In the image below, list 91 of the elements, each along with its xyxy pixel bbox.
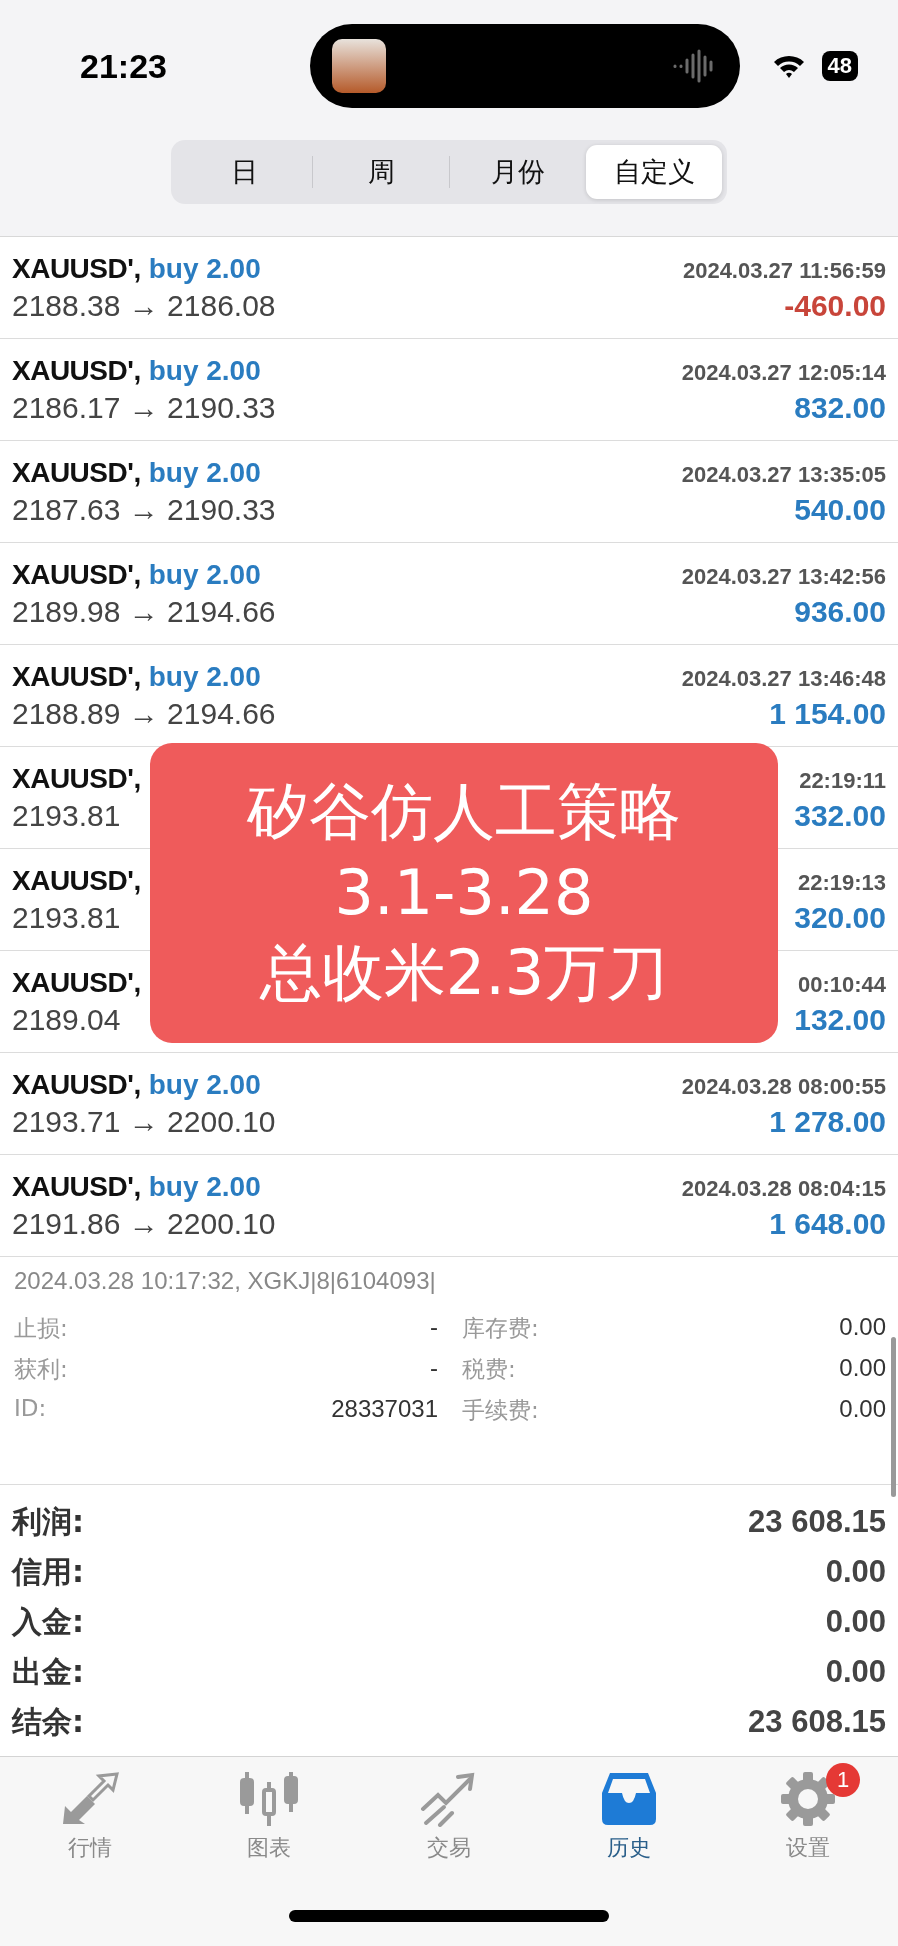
period-tab[interactable]: 周	[313, 145, 449, 199]
trade-profit: -460.00	[784, 288, 886, 323]
trade-prices: 2193.81	[12, 900, 121, 935]
trade-symbol: XAUUSD',	[12, 660, 141, 693]
trade-order-type: buy 2.00	[148, 1068, 261, 1101]
trade-profit: 832.00	[794, 390, 886, 425]
status-time: 21:23	[80, 46, 168, 86]
trade-prices: 2186.17 → 2190.33	[12, 390, 276, 425]
trade-profit: 1 278.00	[769, 1104, 886, 1139]
trade-time: 2024.03.27 13:46:48	[681, 665, 886, 692]
summary-label: 利润:	[12, 1502, 84, 1541]
trade-symbol: XAUUSD',	[12, 252, 141, 285]
battery-level: 48	[821, 51, 858, 81]
period-tab[interactable]: 日	[176, 145, 312, 199]
trade-prices: 2189.98 → 2194.66	[12, 594, 276, 629]
trade-profit: 540.00	[794, 492, 886, 527]
tab-bar-item[interactable]: 历史	[558, 1759, 699, 1886]
detail-value: -	[430, 1354, 438, 1383]
gear-icon	[780, 1771, 837, 1827]
trade-profit: 132.00	[794, 1002, 886, 1037]
trade-symbol: XAUUSD',	[12, 1068, 141, 1101]
summary-label: 出金:	[12, 1652, 84, 1691]
tab-bar-item[interactable]: 图表	[199, 1759, 340, 1886]
trade-prices: 2187.63 → 2190.33	[12, 492, 276, 527]
trade-symbol: XAUUSD',	[12, 354, 141, 387]
trade-time: 2024.03.27 13:35:05	[681, 461, 886, 488]
trade-profit: 1 648.00	[769, 1206, 886, 1241]
trade-time: 00:10:44	[797, 971, 886, 998]
summary-value: 23 608.15	[748, 1504, 886, 1540]
detail-label: 税费:	[462, 1355, 516, 1384]
trade-prices: 2188.38 → 2186.08	[12, 288, 276, 323]
banner-text: 矽谷仿人工策略	[247, 775, 681, 850]
tab-bar-item[interactable]: 交易	[379, 1759, 519, 1886]
banner-text: 3.1-3.28	[334, 855, 594, 931]
trade-time: 2024.03.27 11:56:59	[682, 257, 886, 284]
trade-time: 22:19:11	[799, 767, 886, 794]
trade-profit: 1 154.00	[769, 696, 886, 731]
trade-order-type: buy 2.00	[148, 558, 261, 591]
detail-value: 0.00	[839, 1313, 886, 1342]
trade-order-type: buy 2.00	[148, 1170, 261, 1203]
tab-bar-item[interactable]: 行情	[19, 1759, 160, 1886]
trade-time: 2024.03.28 08:00:55	[681, 1073, 886, 1100]
period-tab[interactable]: 自定义	[586, 145, 722, 199]
detail-label: 止损:	[14, 1314, 68, 1343]
detail-value: 0.00	[839, 1354, 886, 1383]
tab-bar-item[interactable]: 1 设置	[738, 1759, 879, 1886]
trade-symbol: XAUUSD',	[12, 1170, 141, 1203]
trade-symbol: XAUUSD',	[12, 864, 141, 897]
summary-value: 0.00	[825, 1554, 886, 1590]
period-tab[interactable]: 月份	[450, 145, 586, 199]
inbox-tray-icon	[599, 1771, 658, 1827]
detail-label: 获利:	[14, 1355, 68, 1384]
waveform-icon	[672, 49, 716, 83]
order-comment: 2024.03.28 10:17:32, XGKJ|8|6104093|	[14, 1267, 437, 1295]
banner-text: 总收米2.3万刀	[259, 936, 669, 1011]
detail-label: 手续费:	[462, 1396, 539, 1425]
summary-label: 结余:	[12, 1702, 84, 1741]
summary-value: 0.00	[825, 1604, 886, 1640]
detail-value: 0.00	[839, 1395, 886, 1424]
trade-symbol: XAUUSD',	[12, 762, 141, 795]
trade-time: 2024.03.27 12:05:14	[681, 359, 886, 386]
summary-label: 信用:	[12, 1552, 84, 1591]
notification-badge: 1	[826, 1763, 861, 1797]
trade-prices: 2188.89 → 2194.66	[12, 696, 276, 731]
trade-profit: 936.00	[794, 594, 886, 629]
detail-label: ID:	[14, 1395, 47, 1423]
trade-prices: 2189.04	[12, 1002, 121, 1037]
trade-order-type: buy 2.00	[148, 456, 261, 489]
summary-value: 23 608.15	[748, 1704, 886, 1740]
summary-value: 0.00	[825, 1654, 886, 1690]
summary-label: 入金:	[12, 1602, 84, 1641]
trade-symbol: XAUUSD',	[12, 966, 141, 999]
trade-order-type: buy 2.00	[148, 252, 261, 285]
trade-order-type: buy 2.00	[148, 354, 261, 387]
photo-placeholder	[332, 39, 386, 93]
trade-prices: 2193.71 → 2200.10	[12, 1104, 276, 1139]
trade-time: 22:19:13	[797, 869, 886, 896]
detail-label: 库存费:	[462, 1314, 539, 1343]
trade-time: 2024.03.28 08:04:15	[681, 1175, 886, 1202]
trade-profit: 332.00	[794, 798, 886, 833]
detail-value: 28337031	[331, 1395, 438, 1424]
candlestick-icon	[239, 1770, 300, 1828]
trade-symbol: XAUUSD',	[12, 558, 141, 591]
trade-prices: 2191.86 → 2200.10	[12, 1206, 276, 1241]
trade-order-type: buy 2.00	[148, 660, 261, 693]
detail-value: -	[430, 1313, 438, 1342]
diagonal-arrows-icon	[60, 1772, 119, 1826]
trade-prices: 2193.81	[12, 798, 121, 833]
trade-profit: 320.00	[794, 900, 886, 935]
trade-symbol: XAUUSD',	[12, 456, 141, 489]
trade-time: 2024.03.27 13:42:56	[681, 563, 886, 590]
